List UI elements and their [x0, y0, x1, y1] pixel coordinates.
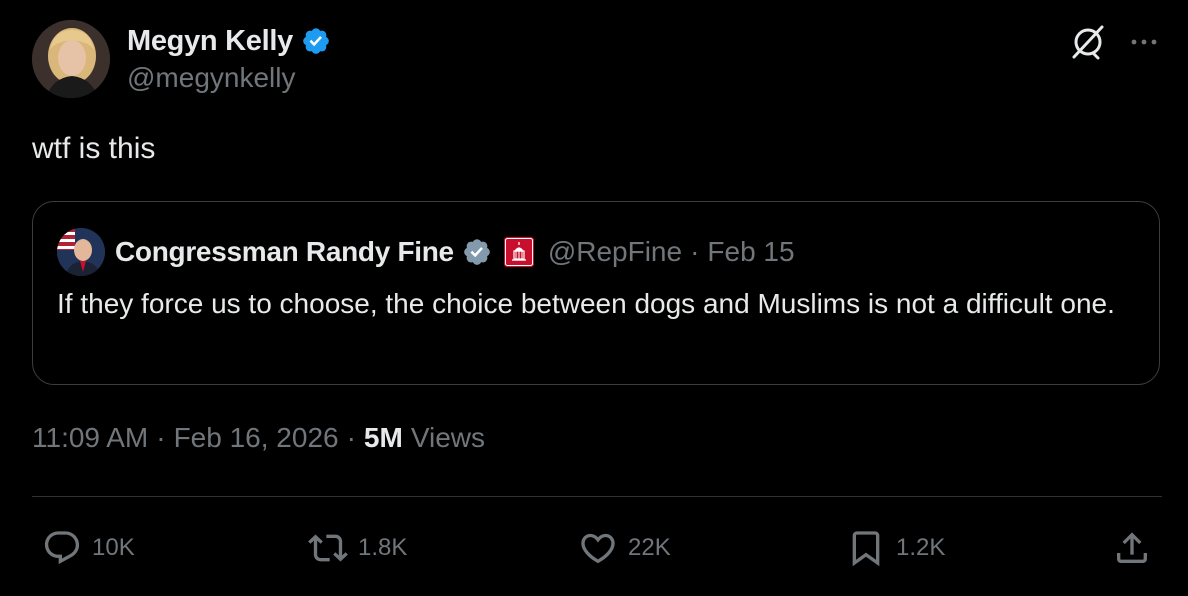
quoted-author-handle[interactable]: @RepFine: [548, 236, 682, 268]
tweet-date[interactable]: Feb 16, 2026: [174, 422, 339, 454]
tweet-text: wtf is this: [32, 132, 156, 165]
quoted-tweet-header: Congressman Randy Fine @RepFine · Feb 15: [57, 226, 795, 278]
repost-count: 1.8K: [358, 534, 408, 561]
bookmark-count: 1.2K: [896, 534, 946, 561]
avatar-image: [32, 20, 110, 98]
divider: [32, 496, 1162, 497]
bookmark-icon: [852, 531, 880, 567]
tweet-header-actions: [1068, 20, 1160, 64]
author-avatar[interactable]: [32, 20, 110, 98]
author-name-row: Megyn Kelly: [127, 22, 331, 60]
quoted-tweet-date[interactable]: Feb 15: [707, 236, 794, 268]
share-button[interactable]: [1112, 526, 1152, 570]
grok-icon[interactable]: [1068, 22, 1108, 62]
tweet-meta: 11:09 AM · Feb 16, 2026 · 5M Views: [32, 422, 485, 454]
quoted-separator: ·: [690, 236, 700, 267]
quoted-tweet-card[interactable]: Congressman Randy Fine @RepFine · Feb 15…: [32, 201, 1160, 385]
meta-separator: ·: [156, 422, 166, 453]
verified-badge-icon[interactable]: [301, 26, 331, 56]
more-icon[interactable]: [1128, 26, 1160, 58]
quoted-author-avatar[interactable]: [57, 228, 105, 276]
author-handle[interactable]: @megynkelly: [127, 62, 295, 94]
tweet-detail: Megyn Kelly @megynkelly wtf is this Cong…: [0, 0, 1188, 596]
affiliation-badge-icon[interactable]: [503, 237, 534, 267]
views-label: Views: [410, 422, 486, 453]
meta-separator: ·: [346, 422, 356, 453]
quoted-avatar-image: [57, 228, 105, 276]
like-icon: [581, 533, 615, 564]
views-count[interactable]: 5M: [364, 422, 403, 454]
author-name[interactable]: Megyn Kelly: [127, 25, 293, 58]
like-count: 22K: [628, 534, 671, 561]
bookmark-button[interactable]: 1.2K: [846, 526, 945, 570]
reply-button[interactable]: 10K: [42, 526, 135, 570]
quoted-tweet-text: If they force us to choose, the choice b…: [57, 288, 1115, 319]
government-verified-badge-icon[interactable]: [462, 237, 492, 267]
like-button[interactable]: 22K: [578, 526, 671, 570]
repost-icon: [308, 534, 348, 562]
quoted-author-name[interactable]: Congressman Randy Fine: [115, 236, 454, 268]
reply-icon: [44, 531, 80, 565]
repost-button[interactable]: 1.8K: [308, 526, 407, 570]
reply-count: 10K: [92, 534, 135, 561]
share-icon: [1117, 532, 1147, 563]
tweet-time[interactable]: 11:09 AM: [32, 422, 148, 454]
